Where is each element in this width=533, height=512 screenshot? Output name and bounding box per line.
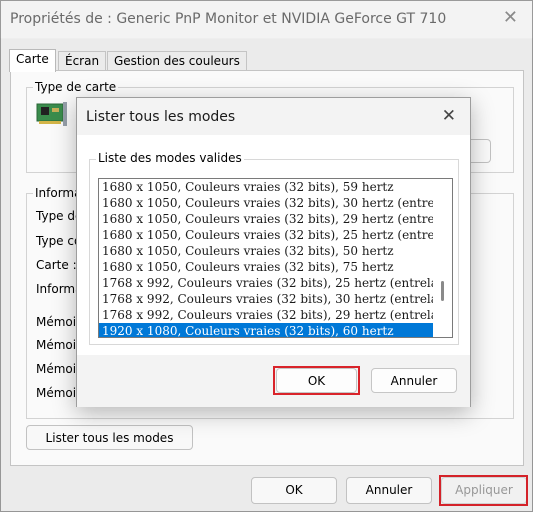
dialog-cancel-button[interactable]: Annuler <box>371 368 457 393</box>
valid-modes-group: Liste des modes valides 1680 x 1050, Cou… <box>89 151 459 345</box>
mode-list-item[interactable]: 1680 x 1050, Couleurs vraies (32 bits), … <box>99 179 433 195</box>
mode-list-item[interactable]: 1768 x 992, Couleurs vraies (32 bits), 3… <box>99 291 433 307</box>
mode-list-item[interactable]: 1768 x 992, Couleurs vraies (32 bits), 2… <box>99 307 433 323</box>
list-modes-dialog: Lister tous les modes ✕ Liste des modes … <box>76 97 471 407</box>
mode-list-item[interactable]: 1680 x 1050, Couleurs vraies (32 bits), … <box>99 227 433 243</box>
dialog-ok-highlight-box <box>273 366 360 395</box>
close-icon[interactable]: ✕ <box>503 9 518 27</box>
valid-modes-label: Liste des modes valides <box>96 151 244 165</box>
modes-list: 1680 x 1050, Couleurs vraies (32 bits), … <box>99 179 433 337</box>
mode-list-item[interactable]: 1680 x 1050, Couleurs vraies (32 bits), … <box>99 259 433 275</box>
dialog-footer: OK Annuler <box>77 355 470 407</box>
scrollbar-thumb[interactable] <box>441 281 444 301</box>
dialog-body: Liste des modes valides 1680 x 1050, Cou… <box>77 135 470 355</box>
title-bar: Propriétés de : Generic PnP Monitor et N… <box>1 1 532 39</box>
dialog-close-icon[interactable]: ✕ <box>442 108 456 125</box>
mode-list-item[interactable]: 1680 x 1050, Couleurs vraies (32 bits), … <box>99 211 433 227</box>
modes-scrollbar[interactable] <box>433 179 452 337</box>
window-title: Propriétés de : Generic PnP Monitor et N… <box>10 11 447 27</box>
modes-listbox[interactable]: 1680 x 1050, Couleurs vraies (32 bits), … <box>98 178 453 338</box>
tab-carte[interactable]: Carte <box>9 49 56 72</box>
mode-list-item[interactable]: 1768 x 992, Couleurs vraies (32 bits), 2… <box>99 275 433 291</box>
dialog-title: Lister tous les modes <box>86 109 236 125</box>
mode-list-item[interactable]: 1920 x 1080, Couleurs vraies (32 bits), … <box>99 323 433 337</box>
mode-list-item[interactable]: 1680 x 1050, Couleurs vraies (32 bits), … <box>99 243 433 259</box>
mode-list-item[interactable]: 1680 x 1050, Couleurs vraies (32 bits), … <box>99 195 433 211</box>
